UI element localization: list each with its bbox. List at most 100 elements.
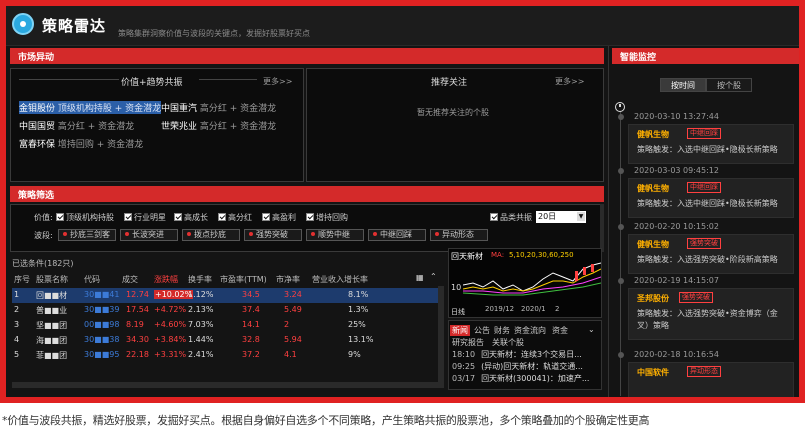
tab-research[interactable]: 研究报告 [452,337,484,348]
market-item[interactable]: 世荣兆业 高分红 + 资金潜龙 [161,119,276,132]
timeline-dot [618,352,624,358]
grid-view-icon[interactable]: ▦ [416,273,424,282]
cell-growth: 25% [348,320,366,329]
table-row[interactable]: 2 普■■业 30■■39 17.54 +4.72% 2.13% 37.4 5.49 1.3% [12,303,444,318]
cell-name: 坚■■团 [36,321,68,330]
recommend-empty-message: 暂无推荐关注的个股 [417,108,489,117]
news-item[interactable]: 03/17 回天新材(300041)：加速产... [452,373,589,384]
tab-news[interactable]: 新闻 [450,325,470,336]
table-scrollbar[interactable] [438,286,444,382]
col-header-pe[interactable]: 市盈率(TTM) [220,274,267,285]
news-collapse-icon[interactable]: ⌄ [588,325,595,334]
news-item[interactable]: 18:10 回天新材：连续3个交易日... [452,349,582,360]
band-select-relay-pullback[interactable]: 中继回踩 [368,229,426,241]
band-select-long-wave[interactable]: 长波突进 [120,229,178,241]
chart-x-label: 2020/1 [521,305,546,313]
cell-turn: 1.44% [188,335,214,344]
status-dot-icon [125,232,129,236]
event-desc: 策略触发：入选强势突破•阶段新高策略 [637,255,778,264]
col-header-no[interactable]: 序号 [14,274,30,285]
status-dot-icon [63,232,67,236]
tab-fund[interactable]: 资金 [552,325,568,336]
cell-pe: 34.5 [242,290,260,299]
app-window: 策略雷达 策略集群洞察价值与波段的关键点，发掘好股票好买点 市场异动 价值+趋势… [6,6,799,397]
cell-pe: 37.2 [242,350,260,359]
col-header-price[interactable]: 成交 [122,274,138,285]
value-trend-more-link[interactable]: 更多>> [263,76,292,87]
band-select-trend-relay[interactable]: 顺势中继 [306,229,364,241]
chart-ma-values: 5,10,20,30,60,250 [509,251,574,259]
event-card[interactable]: 健帆生物 中继回踩 策略触发：入选中继回踩•隐极长新策略 [628,178,794,218]
market-item[interactable]: 金钼股份 顶级机构持股 + 资金潜龙 [19,101,162,114]
filter-scrollbar[interactable] [600,204,604,252]
band-select-abnormal[interactable]: 异动形态 [430,229,488,241]
chevron-down-icon: ▼ [577,212,585,221]
tab-fund-flow[interactable]: 资金流向 [514,325,546,336]
checkbox-icon [174,213,182,221]
table-h-scrollbar[interactable] [12,382,444,388]
checkbox-buyback[interactable]: 增持回购 [306,212,348,223]
checkbox-industry-star[interactable]: 行业明星 [124,212,166,223]
cell-no: 1 [14,290,20,299]
table-row[interactable]: 4 海■■团 30■■38 34.30 +3.84% 1.44% 32.8 5.94 13.1% [12,333,444,348]
collapse-icon[interactable]: ⌃ [430,272,437,281]
cell-price: 34.30 [126,335,149,344]
tab-by-stock[interactable]: 按个股 [706,78,752,92]
cell-growth: 9% [348,350,361,359]
cell-name: 普■■业 [36,306,68,315]
cell-price: 17.54 [126,305,149,314]
tab-finance[interactable]: 财务 [494,325,510,336]
table-row[interactable]: 1 回■■材 30■■41 12.74 +10.02% 1.12% 34.5 3.24 8.1% [12,288,444,303]
status-dot-icon [435,232,439,236]
band-select-bottom-three[interactable]: 抄底三剑客 [58,229,116,241]
col-header-pb[interactable]: 市净率 [276,274,300,285]
cell-price: 22.18 [126,350,149,359]
market-item[interactable]: 中国国贸 高分红 + 资金潜龙 [19,119,134,132]
band-select-strong-break[interactable]: 强势突破 [244,229,302,241]
col-header-code[interactable]: 代码 [84,274,100,285]
event-card[interactable]: 健帆生物 中继回踩 策略触发：入选中继回踩•隐极长新策略 [628,124,794,164]
checkbox-high-growth[interactable]: 高成长 [174,212,208,223]
col-header-turnover[interactable]: 换手率 [188,274,212,285]
event-time: 2020-02-18 10:16:54 [634,350,719,359]
market-header: 市场异动 [10,48,604,64]
caption: *价值与波段共振，精选好股票，发掘好买点。根据自身偏好自选多个不同策略，产生策略… [2,414,650,427]
tab-notice[interactable]: 公告 [474,325,490,336]
mini-kline-chart[interactable]: 回天新材 MA: 5,10,20,30,60,250 10 2019/12 20… [448,248,602,318]
table-row[interactable]: 3 坚■■团 00■■98 8.19 +4.60% 7.03% 14.1 2 25% [12,318,444,333]
chart-period[interactable]: 日线 [451,307,465,317]
band-select-bottom-pick[interactable]: 拨点抄底 [182,229,240,241]
event-badge: 强势突破 [687,238,721,249]
checkbox-icon [124,213,132,221]
cell-growth: 1.3% [348,305,369,314]
checkbox-category-resonance[interactable]: 品类共振 [490,212,532,223]
event-card[interactable]: 中国软件 异动形态 [628,362,794,397]
event-stock: 健帆生物 [637,130,669,139]
event-card[interactable]: 圣邦股份 强势突破 策略触发：入选强势突破•资金博弈（金叉）策略 [628,288,794,340]
recommend-more-link[interactable]: 更多>> [555,76,584,87]
event-stock: 健帆生物 [637,184,669,193]
checkbox-icon [262,213,270,221]
checkbox-top-institution[interactable]: 顶级机构持股 [56,212,114,223]
status-dot-icon [187,232,191,236]
col-header-change[interactable]: 涨跌幅 [154,274,178,285]
event-card[interactable]: 健帆生物 强势突破 策略触发：入选强势突破•阶段新高策略 [628,234,794,274]
cell-name: 菲■■团 [36,351,68,360]
tab-related[interactable]: 关联个股 [492,337,524,348]
table-row[interactable]: 5 菲■■团 30■■95 22.18 +3.31% 2.41% 37.2 4.1 9% [12,348,444,363]
period-select[interactable]: 20日 ▼ [536,211,586,223]
timeline-dot [618,224,624,230]
col-header-name[interactable]: 股票名称 [36,274,68,285]
radar-logo-icon [12,13,34,35]
event-badge: 中继回踩 [687,128,721,139]
market-item[interactable]: 中国重汽 高分红 + 资金潜龙 [161,101,276,114]
checkbox-high-dividend[interactable]: 高分红 [218,212,252,223]
news-item[interactable]: 09:25 (异动)回天新材：轨道交通... [452,361,583,372]
checkbox-icon [56,213,64,221]
cell-no: 5 [14,350,20,359]
cell-code: 00■■98 [84,320,120,329]
checkbox-high-profit[interactable]: 高盈利 [262,212,296,223]
tab-by-time[interactable]: 按时间 [660,78,706,92]
col-header-growth[interactable]: 营业收入增长率 [312,274,368,285]
market-item[interactable]: 富春环保 增持回购 + 资金潜龙 [19,137,143,150]
